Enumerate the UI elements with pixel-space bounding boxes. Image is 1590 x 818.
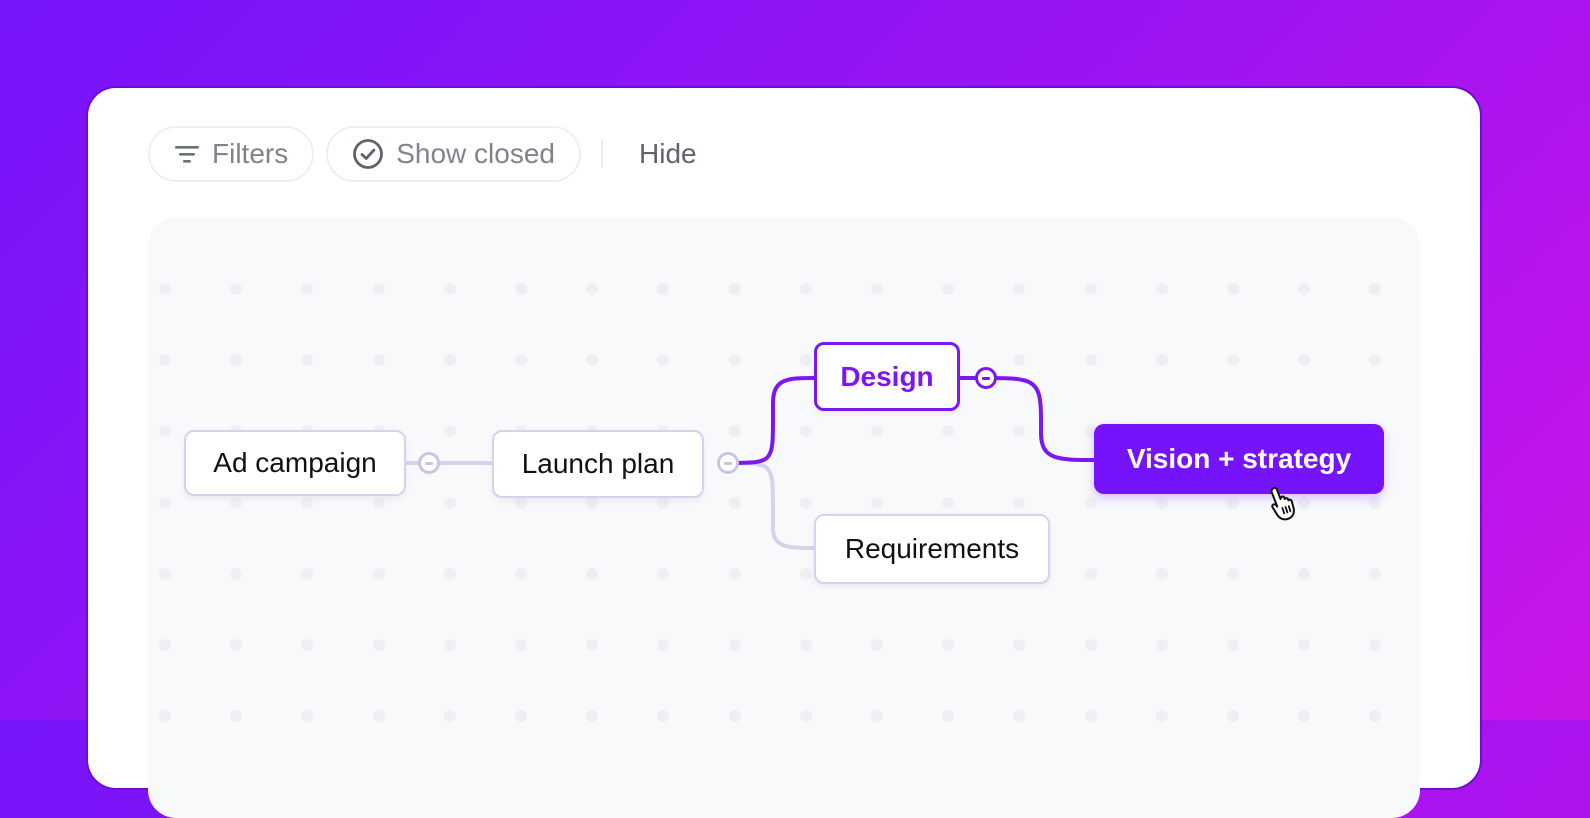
node-label: Requirements: [844, 533, 1020, 564]
check-circle-icon: [353, 139, 384, 169]
node-requirements[interactable]: Requirements: [814, 514, 1050, 584]
collapse-toggle-ad-campaign[interactable]: [418, 452, 440, 474]
collapse-toggle-launch-plan[interactable]: [717, 452, 739, 474]
hand-pointer-icon: [1270, 486, 1295, 521]
toolbar: Filters Show closed Hide: [148, 125, 697, 183]
filters-button[interactable]: Filters: [148, 126, 315, 182]
edge-launch-plan-requirements: [727, 461, 817, 550]
show-closed-label: Show closed: [396, 138, 555, 169]
mindmap-card: Filters Show closed Hide Ad campaign Lau…: [88, 88, 1480, 818]
node-label: Ad campaign: [213, 447, 377, 478]
node-vision-strategy[interactable]: Vision + strategy: [1094, 424, 1384, 494]
edge-launch-plan-design: [727, 376, 817, 465]
edge-design-vision-strategy: [960, 376, 1097, 462]
node-ad-campaign[interactable]: Ad campaign: [184, 430, 406, 496]
edges-layer: [405, 376, 1097, 550]
node-design[interactable]: Design: [814, 342, 960, 411]
node-launch-plan[interactable]: Launch plan: [492, 430, 704, 498]
filters-label: Filters: [212, 138, 289, 169]
toolbar-divider: [601, 140, 603, 168]
collapse-toggle-design[interactable]: [975, 367, 997, 389]
mindmap-canvas[interactable]: Ad campaign Launch plan Design Requireme…: [148, 218, 1420, 818]
hide-button[interactable]: Hide: [639, 138, 697, 170]
node-label: Design: [840, 360, 934, 392]
filter-lines-icon: [175, 146, 199, 163]
show-closed-toggle[interactable]: Show closed: [326, 126, 581, 182]
node-label: Launch plan: [521, 448, 675, 479]
node-label: Vision + strategy: [1126, 443, 1352, 474]
